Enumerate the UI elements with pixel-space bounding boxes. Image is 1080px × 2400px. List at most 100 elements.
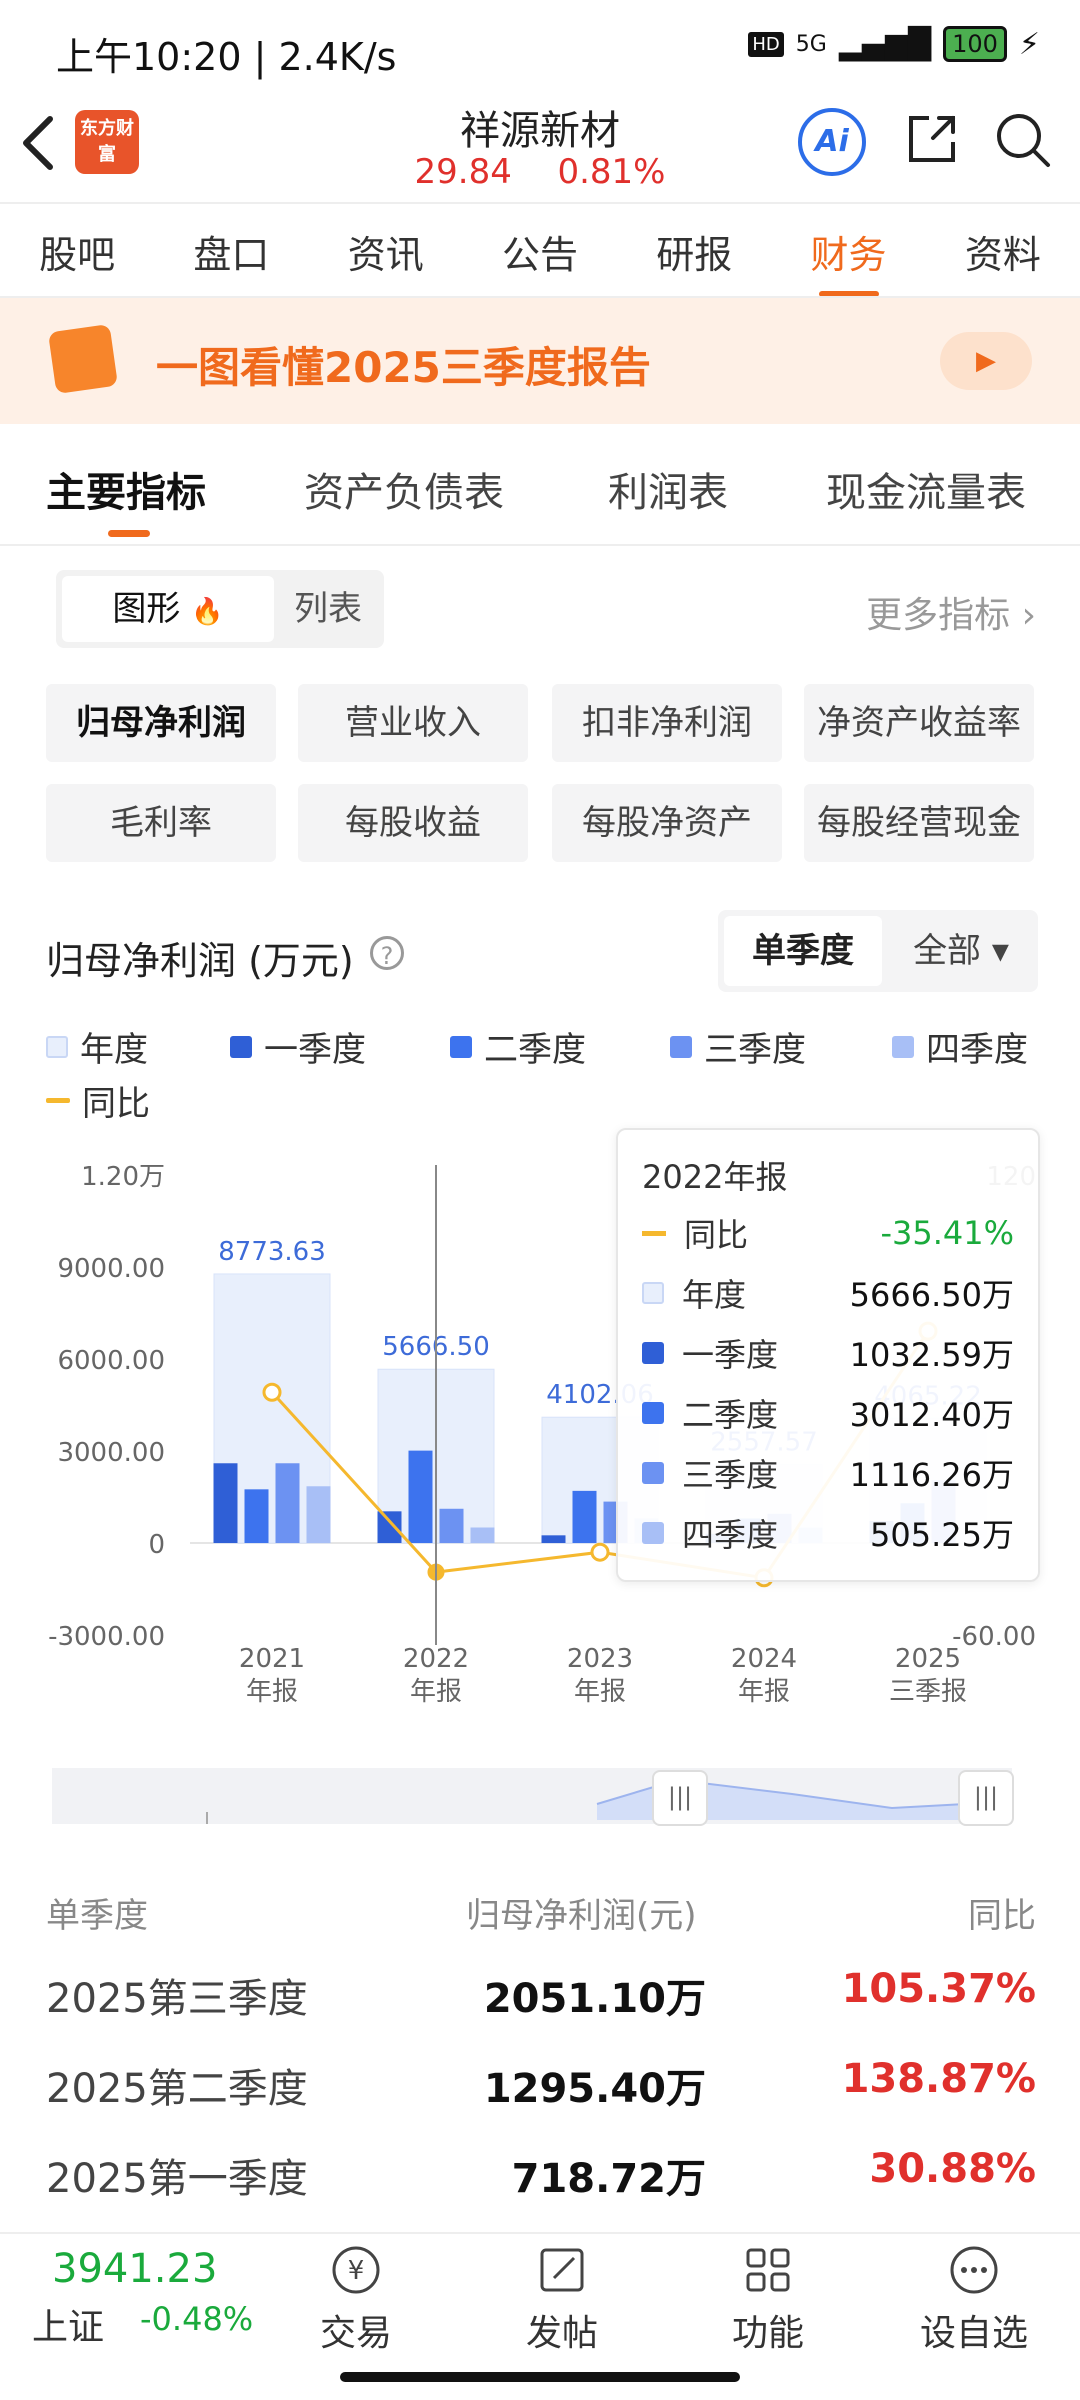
legend-q2[interactable]: 二季度	[450, 1022, 586, 1071]
legend-q3[interactable]: 三季度	[670, 1022, 806, 1071]
legend-label: 年度	[80, 1030, 148, 1070]
ai-assistant-button[interactable]: Ai	[798, 108, 866, 176]
legend-q1[interactable]: 一季度	[230, 1022, 366, 1071]
graph-view-label: 图形	[112, 589, 181, 629]
subtab-indicator	[108, 530, 150, 537]
metric-chip[interactable]: 毛利率	[46, 784, 276, 862]
index-value: 3941.23	[52, 2246, 218, 2292]
tooltip-label: 年度	[682, 1276, 747, 1314]
report-banner[interactable]: 一图看懂2025三季度报告 ▶	[0, 298, 1080, 424]
tab-item[interactable]: 财务	[801, 224, 897, 279]
yuan-exchange-icon: ¥	[332, 2246, 380, 2294]
tooltip-row-q4: 四季度 505.25万	[642, 1510, 1014, 1556]
scroller-left-handle[interactable]: |||	[652, 1770, 708, 1826]
list-view-button[interactable]: 列表	[278, 576, 378, 642]
row-value: 2051.10万	[483, 1976, 706, 2022]
play-icon[interactable]: ▶	[940, 332, 1032, 390]
home-indicator[interactable]	[340, 2372, 740, 2382]
tooltip-swatch	[642, 1282, 664, 1304]
subtab-cashflow[interactable]: 现金流量表	[826, 460, 1026, 518]
quarter-bar	[306, 1486, 331, 1543]
tab-item[interactable]: 盘口	[183, 224, 279, 279]
share-icon[interactable]	[903, 110, 961, 168]
x-tick-label: 年报	[738, 1677, 790, 1707]
row-yoy: 105.37%	[841, 1966, 1036, 2012]
search-icon[interactable]	[993, 110, 1053, 170]
legend-q4[interactable]: 四季度	[892, 1022, 1028, 1071]
tab-item[interactable]: 资讯	[338, 224, 434, 279]
metric-chip[interactable]: 每股收益	[298, 784, 528, 862]
tooltip-row-q2: 二季度 3012.40万	[642, 1390, 1014, 1436]
x-tick-label: 2024	[731, 1644, 797, 1674]
subtab-balance-sheet[interactable]: 资产负债表	[304, 460, 504, 518]
tooltip-swatch	[642, 1230, 666, 1236]
tooltip-value: -35.41%	[880, 1214, 1014, 1252]
nav-label: 交易	[319, 2313, 392, 2354]
legend-swatch	[46, 1035, 68, 1058]
nav-functions[interactable]: 功能	[708, 2242, 828, 2356]
tooltip-swatch	[642, 1522, 664, 1544]
y-tick-label: 6000.00	[57, 1346, 165, 1376]
nav-post[interactable]: 发帖	[502, 2242, 622, 2356]
row-value: 1295.40万	[483, 2066, 706, 2112]
edit-icon	[540, 2248, 584, 2292]
graph-view-button[interactable]: 图形 🔥	[62, 576, 274, 642]
x-tick-label: 2021	[239, 1644, 305, 1674]
tooltip-label: 同比	[684, 1216, 749, 1254]
x-tick-label: 2022	[403, 1644, 469, 1674]
index-change: -0.48%	[140, 2300, 254, 2338]
legend-label: 二季度	[484, 1030, 586, 1070]
x-tick-label: 年报	[246, 1677, 298, 1707]
legend-annual[interactable]: 年度	[46, 1022, 148, 1071]
period-toggle: 单季度 全部 ▾	[718, 910, 1038, 992]
quarter-bar	[244, 1489, 269, 1543]
nav-add-watchlist[interactable]: 设自选	[914, 2242, 1034, 2356]
table-header-value: 归母净利润(元)	[466, 1896, 697, 1936]
x-tick-label: 三季报	[889, 1677, 967, 1707]
tab-item[interactable]: 公告	[492, 224, 588, 279]
tab-item[interactable]: 股吧	[29, 224, 125, 279]
metric-chip[interactable]: 净资产收益率	[804, 684, 1034, 762]
main-tabs: 股吧 盘口 资讯 公告 研报 财务 资料	[0, 205, 1080, 297]
single-quarter-button[interactable]: 单季度	[724, 916, 882, 986]
statement-tabs: 主要指标 资产负债表 利润表 现金流量表	[0, 430, 1080, 542]
grid-icon	[746, 2248, 790, 2292]
metric-chip[interactable]: 每股经营现金	[804, 784, 1034, 862]
y-tick-label: -3000.00	[48, 1622, 165, 1652]
status-time: 上午10:20 | 2.4K/s	[56, 35, 397, 79]
quarter-bar	[408, 1450, 433, 1543]
x-tick-label: 年报	[574, 1677, 626, 1707]
metric-chip[interactable]: 扣非净利润	[552, 684, 782, 762]
tab-item[interactable]: 资料	[955, 224, 1051, 279]
metric-chip[interactable]: 归母净利润	[46, 684, 276, 762]
status-icons: HD 5G ▂▄▆█ 100 ⚡	[748, 26, 1040, 62]
fire-icon: 🔥	[191, 597, 224, 627]
row-period: 2025第一季度	[46, 2156, 308, 2202]
legend-yoy[interactable]: 同比	[46, 1076, 150, 1125]
scroller-right-handle[interactable]: |||	[958, 1770, 1014, 1826]
tooltip-swatch	[642, 1402, 664, 1424]
y-tick-label: 9000.00	[57, 1254, 165, 1284]
tooltip-row-q1: 一季度 1032.59万	[642, 1330, 1014, 1376]
row-yoy: 138.87%	[841, 2056, 1036, 2102]
tab-item[interactable]: 研报	[646, 224, 742, 279]
yoy-point	[590, 1542, 610, 1562]
view-toggle: 图形 🔥 列表	[56, 570, 384, 648]
subtab-income-statement[interactable]: 利润表	[608, 460, 728, 518]
legend-label: 四季度	[926, 1030, 1028, 1070]
all-periods-dropdown[interactable]: 全部 ▾	[896, 916, 1026, 986]
metric-chip[interactable]: 营业收入	[298, 684, 528, 762]
more-metrics-link[interactable]: 更多指标 ›	[866, 586, 1036, 638]
tooltip-label: 二季度	[682, 1396, 779, 1434]
metric-chip[interactable]: 每股净资产	[552, 784, 782, 862]
y2-tick-label: -60.00	[952, 1622, 1036, 1652]
chart-title: 归母净利润 (万元)	[46, 939, 354, 983]
range-scroller[interactable]: ||| |||	[52, 1768, 1014, 1826]
subtabs-divider	[0, 544, 1080, 546]
quarter-bar	[470, 1527, 495, 1543]
legend-swatch	[670, 1035, 692, 1058]
x-tick-label: 2023	[567, 1644, 633, 1674]
nav-trade[interactable]: ¥ 交易	[296, 2242, 416, 2356]
help-icon[interactable]: ?	[370, 936, 404, 970]
subtab-main-indicators[interactable]: 主要指标	[46, 460, 206, 518]
